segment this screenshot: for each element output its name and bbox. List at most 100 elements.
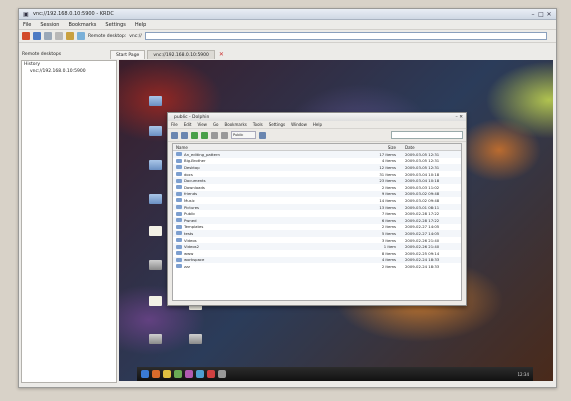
fm-search-input[interactable]: [391, 131, 463, 139]
start-menu-icon[interactable]: [141, 370, 149, 378]
view-mode-icon[interactable]: [211, 131, 218, 139]
toolbar: Remote desktop: vnc://: [19, 30, 556, 43]
file-row[interactable]: Music 14 items 2009-03-02 09:48: [173, 197, 461, 204]
file-row[interactable]: tests 5 items 2009-02-27 14:05: [173, 230, 461, 237]
file-row[interactable]: workspace 4 items 2009-02-24 18:33: [173, 256, 461, 264]
tree-item-history[interactable]: History: [22, 61, 116, 68]
desktop-drive-icon[interactable]: [149, 334, 162, 344]
folder-icon: [176, 172, 182, 177]
desktop-document-icon[interactable]: [149, 296, 162, 306]
file-row[interactable]: Documents 23 items 2009-03-04 10:18: [173, 177, 461, 184]
file-date: 2009-02-24 18:33: [405, 263, 440, 269]
file-size: 17 items: [379, 151, 396, 157]
desktop-document-icon[interactable]: [149, 226, 162, 236]
file-row[interactable]: Templates 2 items 2009-02-27 14:05: [173, 224, 461, 231]
tab-strip: Remote desktops Start Page vnc://192.168…: [19, 50, 556, 59]
minimize-icon[interactable]: –: [529, 11, 537, 18]
file-row[interactable]: An_editing_pattern 17 items 2009-03-05 12:…: [173, 151, 461, 158]
tree-item-host[interactable]: vnc://192.168.0.10:5900: [22, 68, 116, 75]
fm-title-bar[interactable]: public - Dolphin – ✕: [168, 113, 466, 121]
file-row[interactable]: Pictures 13 items 2009-03-01 08:11: [173, 203, 461, 211]
disconnect-icon[interactable]: [22, 32, 30, 40]
address-input[interactable]: [144, 32, 547, 40]
fm-menu-tools[interactable]: Tools: [253, 122, 263, 127]
fm-menu-window[interactable]: Window: [291, 122, 307, 127]
details-view-icon[interactable]: [221, 131, 228, 139]
connect-icon[interactable]: [77, 32, 85, 40]
desktop-drive-icon[interactable]: [149, 260, 162, 270]
fm-menu-help[interactable]: Help: [313, 122, 322, 127]
title-bar[interactable]: ▣ vnc://192.168.0.10:5900 - KRDC – □ ✕: [19, 9, 556, 20]
file-row[interactable]: www 8 items 2009-02-25 09:14: [173, 250, 461, 257]
file-name-text: Desktop: [184, 164, 200, 170]
desktop-folder-icon[interactable]: [149, 96, 162, 106]
remote-taskbar: 12:34: [137, 367, 533, 381]
close-icon[interactable]: ✕: [545, 11, 553, 18]
taskbar-app-icon[interactable]: [218, 370, 226, 378]
folder-icon: [176, 191, 182, 196]
file-row[interactable]: Pwned 6 items 2009-02-28 17:22: [173, 216, 461, 224]
fm-menu-settings[interactable]: Settings: [269, 122, 285, 127]
file-date: 2009-03-05 12:31: [405, 158, 440, 164]
file-size: 31 items: [379, 171, 396, 177]
desktop-drive-icon[interactable]: [189, 334, 202, 344]
maximize-icon[interactable]: □: [537, 11, 545, 18]
folder-icon: [176, 244, 182, 249]
file-row[interactable]: Public 7 items 2009-02-28 17:22: [173, 210, 461, 217]
keyboard-icon[interactable]: [66, 32, 74, 40]
fm-close-icon[interactable]: ✕: [459, 115, 463, 120]
col-date[interactable]: Date: [402, 145, 461, 150]
taskbar-app-icon[interactable]: [174, 370, 182, 378]
menu-settings[interactable]: Settings: [105, 22, 126, 28]
file-row[interactable]: Big-Brother 4 items 2009-03-05 12:31: [173, 158, 461, 165]
fm-menu-bar: File Edit View Go Bookmarks Tools Settin…: [168, 121, 466, 128]
up-icon[interactable]: [191, 131, 198, 139]
file-name: Public: [173, 211, 356, 216]
taskbar-app-icon[interactable]: [152, 370, 160, 378]
file-row[interactable]: Desktop 12 items 2009-03-05 12:31: [173, 164, 461, 171]
fm-menu-edit[interactable]: Edit: [184, 122, 192, 127]
split-icon[interactable]: [259, 131, 266, 139]
forward-icon[interactable]: [181, 131, 188, 139]
tab-vnc-session[interactable]: vnc://192.168.0.10:5900: [147, 50, 215, 59]
taskbar-app-icon[interactable]: [196, 370, 204, 378]
fm-menu-go[interactable]: Go: [213, 122, 219, 127]
tab-start-page[interactable]: Start Page: [110, 50, 146, 59]
fullscreen-icon[interactable]: [33, 32, 41, 40]
fm-location[interactable]: Public: [231, 131, 256, 139]
folder-icon: [176, 218, 182, 223]
screenshot-icon[interactable]: [44, 32, 52, 40]
menu-bookmarks[interactable]: Bookmarks: [68, 22, 96, 28]
file-row[interactable]: Videos2 1 item 2009-02-26 21:40: [173, 243, 461, 250]
file-row[interactable]: docs 31 items 2009-03-04 10:18: [173, 171, 461, 178]
folder-icon: [176, 165, 182, 170]
desktop-folder-icon[interactable]: [149, 160, 162, 170]
fm-minimize-icon[interactable]: –: [456, 115, 458, 120]
file-name: tests: [173, 231, 356, 236]
desktop-folder-icon[interactable]: [149, 126, 162, 136]
file-row[interactable]: Downloads 2 items 2009-03-03 11:02: [173, 184, 461, 191]
desktop-folder-icon[interactable]: [149, 194, 162, 204]
file-row[interactable]: Videos 3 items 2009-02-26 21:40: [173, 237, 461, 244]
fm-menu-view[interactable]: View: [197, 122, 207, 127]
file-row[interactable]: friends 9 items 2009-03-02 09:48: [173, 190, 461, 198]
close-tab-icon[interactable]: ✕: [219, 51, 224, 58]
file-name: Videos2: [173, 244, 356, 249]
col-size[interactable]: Size: [356, 145, 402, 150]
protocol-select[interactable]: vnc://: [129, 34, 142, 39]
fm-menu-file[interactable]: File: [171, 122, 178, 127]
remote-desktop-view[interactable]: public - Dolphin – ✕ File Edit View Go B…: [119, 60, 553, 381]
col-name[interactable]: Name: [173, 145, 356, 150]
menu-help[interactable]: Help: [135, 22, 146, 28]
view-only-icon[interactable]: [55, 32, 63, 40]
file-row[interactable]: zzz 2 items 2009-02-24 18:33: [173, 263, 461, 270]
reload-icon[interactable]: [201, 131, 208, 139]
menu-file[interactable]: File: [23, 22, 31, 28]
taskbar-app-icon[interactable]: [163, 370, 171, 378]
menu-session[interactable]: Session: [40, 22, 59, 28]
file-date: 2009-02-27 14:05: [405, 230, 440, 236]
taskbar-app-icon[interactable]: [185, 370, 193, 378]
taskbar-app-icon[interactable]: [207, 370, 215, 378]
fm-menu-bookmarks[interactable]: Bookmarks: [225, 122, 247, 127]
back-icon[interactable]: [171, 131, 178, 139]
